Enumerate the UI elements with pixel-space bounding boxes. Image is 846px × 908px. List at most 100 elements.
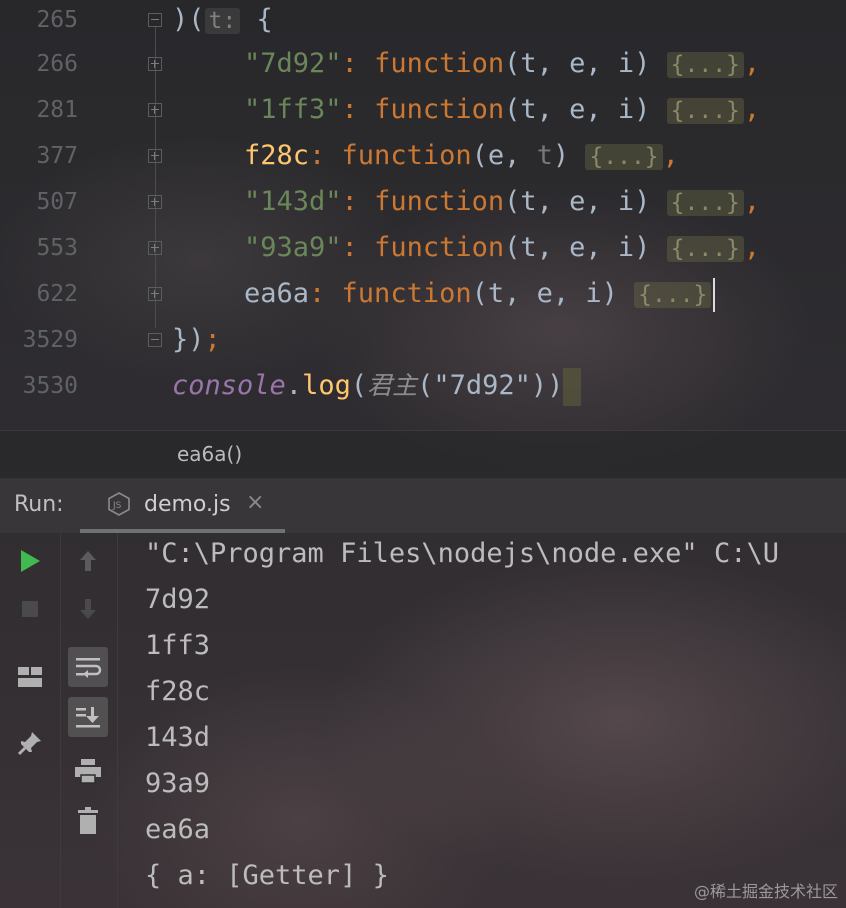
module-key: "7d92" (244, 48, 342, 79)
line-number: 622 (36, 281, 78, 307)
params: ) (552, 140, 586, 171)
params: (t, e, i) (504, 186, 667, 217)
code-token: : (309, 140, 342, 171)
line-number: 281 (36, 97, 78, 123)
tab-title: demo.js (144, 492, 231, 517)
brace-match-highlight (563, 367, 582, 406)
code-token: : (309, 278, 342, 309)
keyword: function (374, 48, 505, 79)
code-token: : (341, 94, 375, 125)
folded-body[interactable]: {...} (634, 282, 712, 308)
output-line: 143d (145, 722, 211, 753)
folded-body[interactable]: {...} (666, 52, 744, 78)
params: (t, e, i) (504, 232, 667, 263)
code-token: : (341, 186, 375, 217)
run-label: Run: (14, 492, 64, 517)
keyword: function (341, 278, 472, 309)
output-line: { a: [Getter] } (145, 860, 389, 891)
code-line-3530: console.log(君主("7d92")) (172, 363, 846, 409)
params: (t, e, i) (504, 48, 667, 79)
arrow-up-icon[interactable] (68, 541, 108, 581)
output-line: "C:\Program Files\nodejs\node.exe" C:\U (145, 538, 779, 569)
code-token: : (341, 232, 375, 263)
run-icon[interactable] (10, 541, 50, 581)
folded-body[interactable]: {...} (666, 236, 744, 262)
fold-expand-icon[interactable] (148, 57, 162, 71)
fold-expand-icon[interactable] (148, 149, 162, 163)
folded-body[interactable]: {...} (585, 144, 663, 170)
code-line-281: "1ff3": function(t, e, i) {...}, (244, 87, 846, 133)
output-line: 93a9 (145, 768, 211, 799)
print-icon[interactable] (68, 751, 108, 791)
line-number: 3529 (22, 327, 78, 353)
code-token: { (240, 4, 273, 35)
function-call: 君主 (367, 371, 418, 400)
output-line: f28c (145, 676, 211, 707)
params: (t, e, i) (471, 278, 635, 309)
unused-param: t (536, 140, 553, 171)
line-number: 266 (36, 51, 78, 77)
pin-icon[interactable] (10, 723, 50, 763)
fold-expand-icon[interactable] (148, 103, 162, 117)
code-line-266: "7d92": function(t, e, i) {...}, (244, 41, 846, 87)
breadcrumb-item[interactable]: ea6a() (177, 442, 242, 466)
stop-icon[interactable] (10, 589, 50, 629)
tab-demo-js[interactable]: JS demo.js × (80, 479, 285, 533)
code-token: , (743, 232, 761, 263)
line-number: 553 (36, 235, 78, 261)
code-token: )( (172, 4, 205, 35)
run-side-toolbar (0, 533, 61, 908)
params: (e, (471, 140, 537, 171)
code-line-265: )(t: { (172, 0, 846, 43)
code-line-3529: }); (172, 317, 846, 363)
scroll-to-end-icon[interactable] (68, 697, 108, 737)
fold-expand-icon[interactable] (148, 241, 162, 255)
code-token: ; (204, 324, 221, 355)
fold-expand-icon[interactable] (148, 195, 162, 209)
layout-icon[interactable] (10, 657, 50, 697)
code-token: . (285, 370, 303, 401)
fold-expand-icon[interactable] (148, 287, 162, 301)
code-editor[interactable]: 265 266 281 377 507 553 622 3529 3530 )(… (0, 0, 846, 430)
soft-wrap-icon[interactable] (68, 647, 108, 687)
code-line-553: "93a9": function(t, e, i) {...}, (244, 225, 846, 271)
line-number: 377 (36, 143, 78, 169)
method-name: log (302, 370, 351, 401)
run-toolwindow-header: Run: JS demo.js × (0, 478, 846, 533)
code-token: , (743, 186, 761, 217)
keyword: function (374, 94, 505, 125)
code-token: , (743, 94, 761, 125)
console-object: console (172, 370, 286, 401)
fold-guide (155, 26, 156, 328)
code-line-507: "143d": function(t, e, i) {...}, (244, 179, 846, 225)
close-icon[interactable]: × (246, 490, 264, 515)
output-line: ea6a (145, 814, 211, 845)
line-number: 3530 (22, 373, 78, 399)
code-line-622: ea6a: function(t, e, i) {...} (244, 271, 846, 317)
keyword: function (374, 232, 505, 263)
fold-collapse-icon[interactable] (148, 13, 162, 27)
folded-body[interactable]: {...} (666, 190, 744, 216)
folded-body[interactable]: {...} (666, 98, 744, 124)
fold-end-icon[interactable] (148, 333, 162, 347)
code-token: , (662, 140, 679, 171)
text-cursor (713, 277, 716, 312)
code-token: : (341, 48, 375, 79)
module-key: "93a9" (244, 232, 342, 263)
line-number: 507 (36, 189, 78, 215)
nodejs-icon: JS (108, 492, 130, 516)
code-token: ( (350, 370, 368, 401)
editor-gutter: 265 266 281 377 507 553 622 3529 3530 (0, 0, 170, 430)
module-key: "1ff3" (244, 94, 342, 125)
code-token: }) (172, 324, 205, 355)
line-number: 265 (36, 7, 78, 33)
code-line-377: f28c: function(e, t) {...}, (244, 133, 846, 179)
trash-icon[interactable] (68, 801, 108, 841)
arrow-down-icon[interactable] (68, 589, 108, 629)
watermark: @稀土掘金技术社区 (693, 882, 838, 901)
code-token: ("7d92")) (417, 370, 564, 401)
module-key: "143d" (244, 186, 342, 217)
code-token: , (743, 48, 761, 79)
breadcrumb[interactable]: ea6a() (0, 430, 846, 479)
params: (t, e, i) (504, 94, 667, 125)
